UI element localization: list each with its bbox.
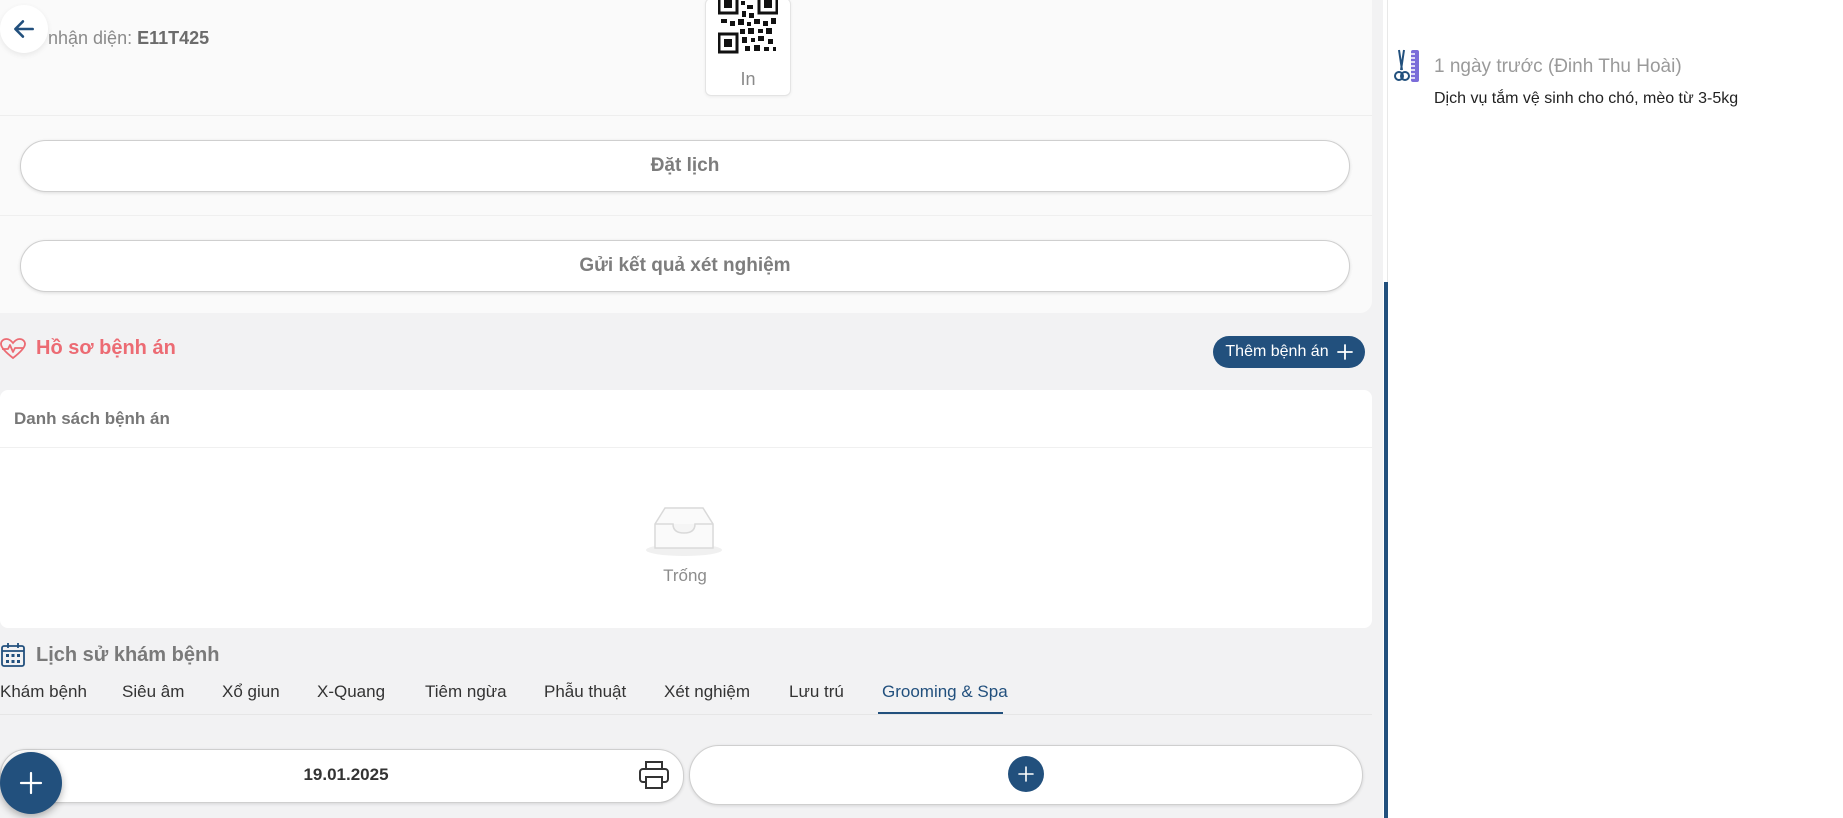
arrow-left-icon	[14, 20, 34, 38]
exam-history-title: Lịch sử khám bệnh	[36, 643, 220, 666]
qr-print-card[interactable]: In	[705, 0, 791, 96]
qr-print-label: In	[740, 69, 756, 89]
medical-records-header: Hồ sơ bệnh án	[0, 337, 176, 360]
pet-info-card: nhận diện: E11T425 In Đặt lịch Gửi kết q…	[0, 0, 1372, 313]
printer-icon[interactable]	[638, 760, 670, 790]
tab-luu-tru[interactable]: Lưu trú	[789, 682, 844, 702]
timeline-time: 1 ngày trước (Đinh Thu Hoài)	[1434, 56, 1682, 77]
add-medical-record-button[interactable]: Thêm bệnh án	[1213, 336, 1365, 368]
history-entry-row[interactable]: 19.01.2025	[0, 749, 684, 803]
medical-records-title: Hồ sơ bệnh án	[36, 337, 176, 359]
timeline-description: Dịch vụ tắm vệ sinh cho chó, mèo từ 3-5k…	[1434, 90, 1739, 107]
list-header: Danh sách bệnh án	[14, 409, 170, 428]
tab-kham-benh[interactable]: Khám bệnh	[0, 682, 87, 702]
send-test-results-button[interactable]: Gửi kết quả xét nghiệm	[20, 240, 1350, 292]
back-button[interactable]	[0, 5, 48, 53]
timeline-bar	[1384, 282, 1388, 818]
tab-phau-thuat[interactable]: Phẫu thuật	[544, 682, 626, 702]
empty-inbox-icon	[646, 507, 722, 556]
heart-pulse-icon	[0, 337, 26, 359]
tab-sieu-am[interactable]: Siêu âm	[122, 682, 184, 702]
main-panel: nhận diện: E11T425 In Đặt lịch Gửi kết q…	[0, 0, 1383, 818]
tab-xet-nghiem[interactable]: Xét nghiệm	[664, 682, 750, 702]
add-medical-record-label: Thêm bệnh án	[1225, 343, 1329, 360]
tab-xo-giun[interactable]: Xổ giun	[222, 682, 280, 702]
entry-date: 19.01.2025	[303, 765, 389, 784]
identifier-value: E11T425	[137, 28, 210, 48]
pet-header-row: nhận diện: E11T425 In	[0, 0, 1372, 116]
plus-icon	[1336, 344, 1353, 360]
medical-records-list: Danh sách bệnh án Trống	[0, 390, 1372, 628]
floating-add-button[interactable]	[0, 752, 62, 814]
qr-code-icon	[718, 0, 778, 54]
grooming-scissors-comb-icon	[1394, 49, 1419, 82]
add-history-entry-button[interactable]	[689, 745, 1363, 805]
plus-icon	[19, 771, 43, 795]
calendar-icon	[1, 643, 25, 667]
add-circle	[1008, 756, 1044, 792]
exam-history-header: Lịch sử khám bệnh	[0, 642, 219, 668]
tab-grooming-spa[interactable]: Grooming & Spa	[882, 682, 1008, 702]
divider	[0, 215, 1372, 216]
active-tab-indicator	[878, 712, 1003, 714]
empty-state-text: Trống	[663, 566, 707, 585]
tab-x-quang[interactable]: X-Quang	[317, 682, 385, 702]
identifier-label: nhận diện:	[48, 28, 133, 48]
schedule-button[interactable]: Đặt lịch	[20, 140, 1350, 192]
plus-icon	[1018, 766, 1034, 782]
tab-tiem-ngua[interactable]: Tiêm ngừa	[425, 682, 507, 702]
identifier-line: nhận diện: E11T425	[48, 28, 209, 49]
history-tabs: Khám bệnh Siêu âm Xổ giun X-Quang Tiêm n…	[0, 672, 1372, 715]
divider	[0, 447, 1372, 448]
